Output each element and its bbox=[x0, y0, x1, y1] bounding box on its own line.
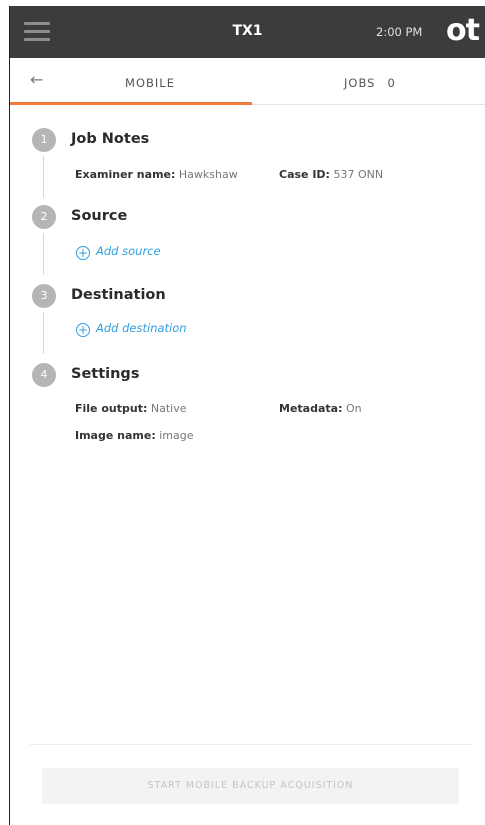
field-label: File output: bbox=[75, 402, 148, 415]
back-arrow-icon[interactable]: ← bbox=[30, 70, 43, 89]
step-number-badge: 2 bbox=[32, 205, 56, 229]
step-connector-line bbox=[43, 156, 44, 198]
field-label: Case ID: bbox=[279, 168, 330, 181]
image-name-field: Image name: image bbox=[75, 429, 193, 442]
start-acquisition-button[interactable]: START MOBILE BACKUP ACQUISITION bbox=[42, 768, 459, 804]
brand-logo: ot bbox=[446, 13, 480, 48]
add-circle-icon: + bbox=[76, 323, 90, 337]
field-value: image bbox=[159, 429, 194, 442]
step-number-badge: 1 bbox=[32, 128, 56, 152]
examiner-name-field: Examiner name: Hawkshaw bbox=[75, 168, 238, 181]
field-value: 537 ONN bbox=[333, 168, 384, 181]
field-label: Examiner name: bbox=[75, 168, 176, 181]
active-tab-indicator bbox=[10, 102, 252, 105]
file-output-field: File output: Native bbox=[75, 402, 186, 415]
field-value: Hawkshaw bbox=[178, 168, 238, 181]
footer-divider bbox=[30, 744, 472, 745]
step-number-badge: 4 bbox=[32, 363, 56, 387]
field-value: On bbox=[345, 402, 362, 415]
step-title: Destination bbox=[71, 287, 166, 303]
add-circle-icon: + bbox=[76, 246, 90, 260]
field-label: Image name: bbox=[75, 429, 156, 442]
app-header: TX1 2:00 PM ot bbox=[10, 6, 485, 58]
add-source-link[interactable]: + Add source bbox=[76, 244, 161, 260]
step-title: Job Notes bbox=[71, 131, 150, 147]
add-destination-link[interactable]: + Add destination bbox=[76, 321, 187, 337]
clock: 2:00 PM bbox=[376, 25, 423, 39]
case-id-field: Case ID: 537 ONN bbox=[279, 168, 383, 181]
add-destination-label: Add destination bbox=[96, 321, 187, 335]
tab-bar: MOBILE ← JOBS 0 bbox=[10, 58, 485, 105]
step-connector-line bbox=[43, 312, 44, 354]
step-connector-line bbox=[43, 233, 44, 275]
tab-mobile[interactable]: MOBILE bbox=[10, 58, 252, 105]
tab-jobs[interactable]: JOBS 0 bbox=[344, 76, 396, 90]
tab-jobs-label: JOBS bbox=[344, 76, 376, 90]
step-title: Settings bbox=[71, 366, 140, 382]
metadata-field: Metadata: On bbox=[279, 402, 362, 415]
app-window: TX1 2:00 PM ot MOBILE ← JOBS 0 1 Job Note… bbox=[10, 6, 485, 825]
step-title: Source bbox=[71, 208, 128, 224]
tab-mobile-label: MOBILE bbox=[125, 76, 175, 90]
jobs-count: 0 bbox=[387, 76, 396, 90]
add-source-label: Add source bbox=[96, 244, 161, 258]
field-value: Native bbox=[150, 402, 187, 415]
field-label: Metadata: bbox=[279, 402, 343, 415]
step-number-badge: 3 bbox=[32, 284, 56, 308]
